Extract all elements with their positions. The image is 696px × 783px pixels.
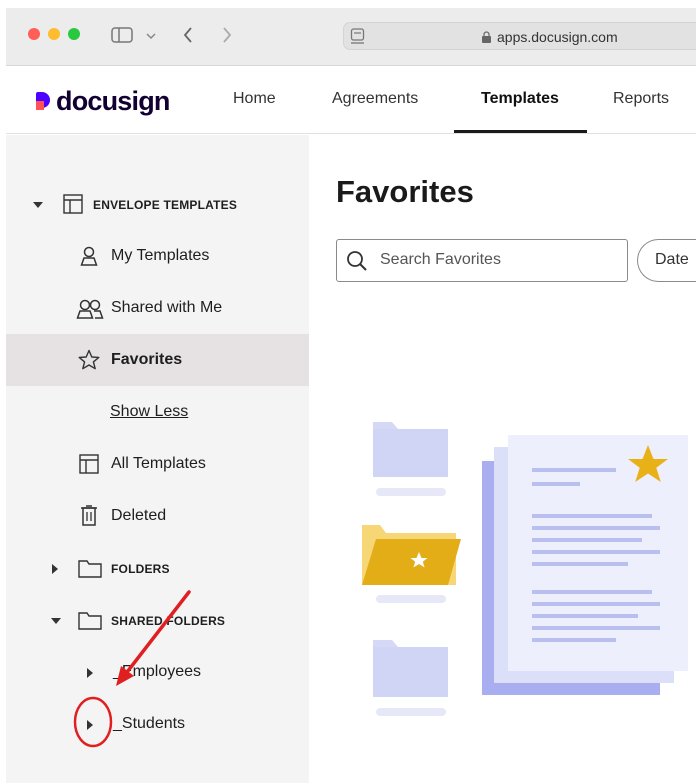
- sidebar-item-all-templates[interactable]: All Templates: [111, 455, 206, 473]
- docusign-logo[interactable]: docusign: [36, 86, 170, 116]
- person-icon: [80, 246, 98, 266]
- sidebar-folders[interactable]: FOLDERS: [111, 562, 170, 576]
- address-text: apps.docusign.com: [497, 29, 618, 45]
- search-icon: [347, 251, 367, 271]
- lock-icon: [482, 31, 491, 43]
- chevron-down-icon[interactable]: [146, 32, 156, 40]
- nav-reports[interactable]: Reports: [613, 90, 669, 108]
- caret-right-icon[interactable]: [87, 668, 93, 678]
- caret-down-icon[interactable]: [51, 618, 61, 624]
- trash-icon: [81, 505, 97, 526]
- page-title: Favorites: [336, 174, 474, 209]
- sidebar-item-students[interactable]: _Students: [113, 715, 185, 733]
- sidebar-envelope-templates[interactable]: ENVELOPE TEMPLATES: [93, 198, 237, 212]
- sidebar-item-shared-with-me[interactable]: Shared with Me: [111, 299, 222, 317]
- back-icon[interactable]: [183, 27, 193, 43]
- forward-icon[interactable]: [222, 27, 232, 43]
- sidebar-toggle-icon[interactable]: [111, 27, 133, 43]
- reader-icon[interactable]: [350, 28, 366, 44]
- sidebar-item-deleted[interactable]: Deleted: [111, 507, 166, 525]
- date-filter-label: Date: [655, 251, 689, 268]
- nav-templates[interactable]: Templates: [481, 90, 559, 108]
- show-less-link[interactable]: Show Less: [110, 403, 188, 421]
- empty-state-illustration: [362, 422, 688, 716]
- people-icon: [76, 299, 104, 319]
- folder-icon: [78, 560, 102, 578]
- caret-down-icon[interactable]: [33, 202, 43, 208]
- caret-right-icon[interactable]: [52, 564, 58, 574]
- sidebar-item-favorites[interactable]: Favorites: [111, 351, 182, 369]
- sidebar-item-my-templates[interactable]: My Templates: [111, 247, 209, 265]
- nav-agreements[interactable]: Agreements: [332, 90, 418, 108]
- template-layout-icon: [63, 194, 83, 214]
- template-layout-icon: [79, 454, 99, 474]
- active-tab-indicator: [454, 130, 587, 133]
- star-icon: [78, 349, 100, 370]
- nav-home[interactable]: Home: [233, 90, 276, 108]
- minimize-window-button[interactable]: [48, 28, 60, 40]
- sidebar-item-employees[interactable]: _Employees: [113, 663, 201, 681]
- caret-right-icon[interactable]: [87, 720, 93, 730]
- logo-text: docusign: [56, 86, 170, 116]
- maximize-window-button[interactable]: [68, 28, 80, 40]
- search-placeholder: Search Favorites: [380, 251, 501, 268]
- close-window-button[interactable]: [28, 28, 40, 40]
- sidebar-shared-folders[interactable]: SHARED FOLDERS: [111, 614, 225, 628]
- folder-icon: [78, 612, 102, 630]
- logo-mark-icon: [36, 92, 52, 110]
